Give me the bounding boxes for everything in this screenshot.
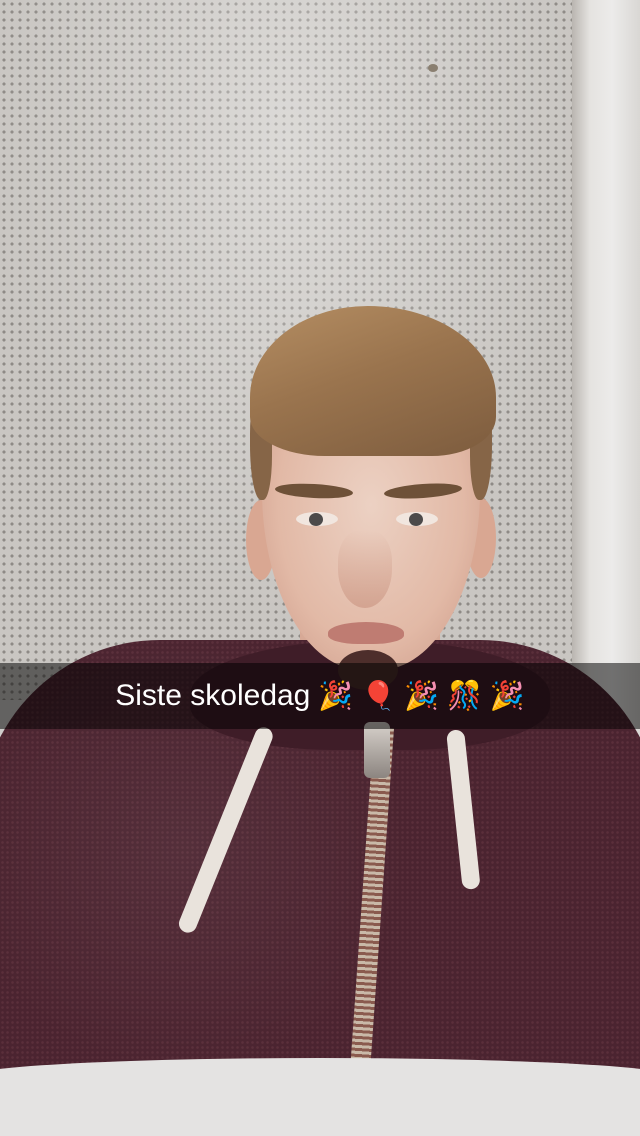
nose: [338, 530, 392, 608]
confetti-ball-icon: 🎊: [447, 679, 482, 712]
snap-view[interactable]: Siste skoledag 🎉 🎈 🎉 🎊 🎉: [0, 0, 640, 1136]
balloon-icon: 🎈: [361, 679, 397, 712]
party-popper-icon: 🎉: [404, 679, 439, 712]
caption-text: Siste skoledag: [115, 679, 311, 712]
wall-screw: [428, 64, 438, 72]
wall-edge: [572, 0, 640, 760]
mouth: [328, 622, 404, 644]
caption-bar[interactable]: Siste skoledag 🎉 🎈 🎉 🎊 🎉: [0, 663, 640, 729]
party-popper-icon: 🎉: [318, 679, 354, 712]
party-popper-icon: 🎉: [489, 679, 525, 712]
eye-right: [396, 512, 438, 526]
zipper-pull: [364, 722, 390, 778]
table-edge: [0, 1058, 640, 1136]
eye-left: [296, 512, 338, 526]
